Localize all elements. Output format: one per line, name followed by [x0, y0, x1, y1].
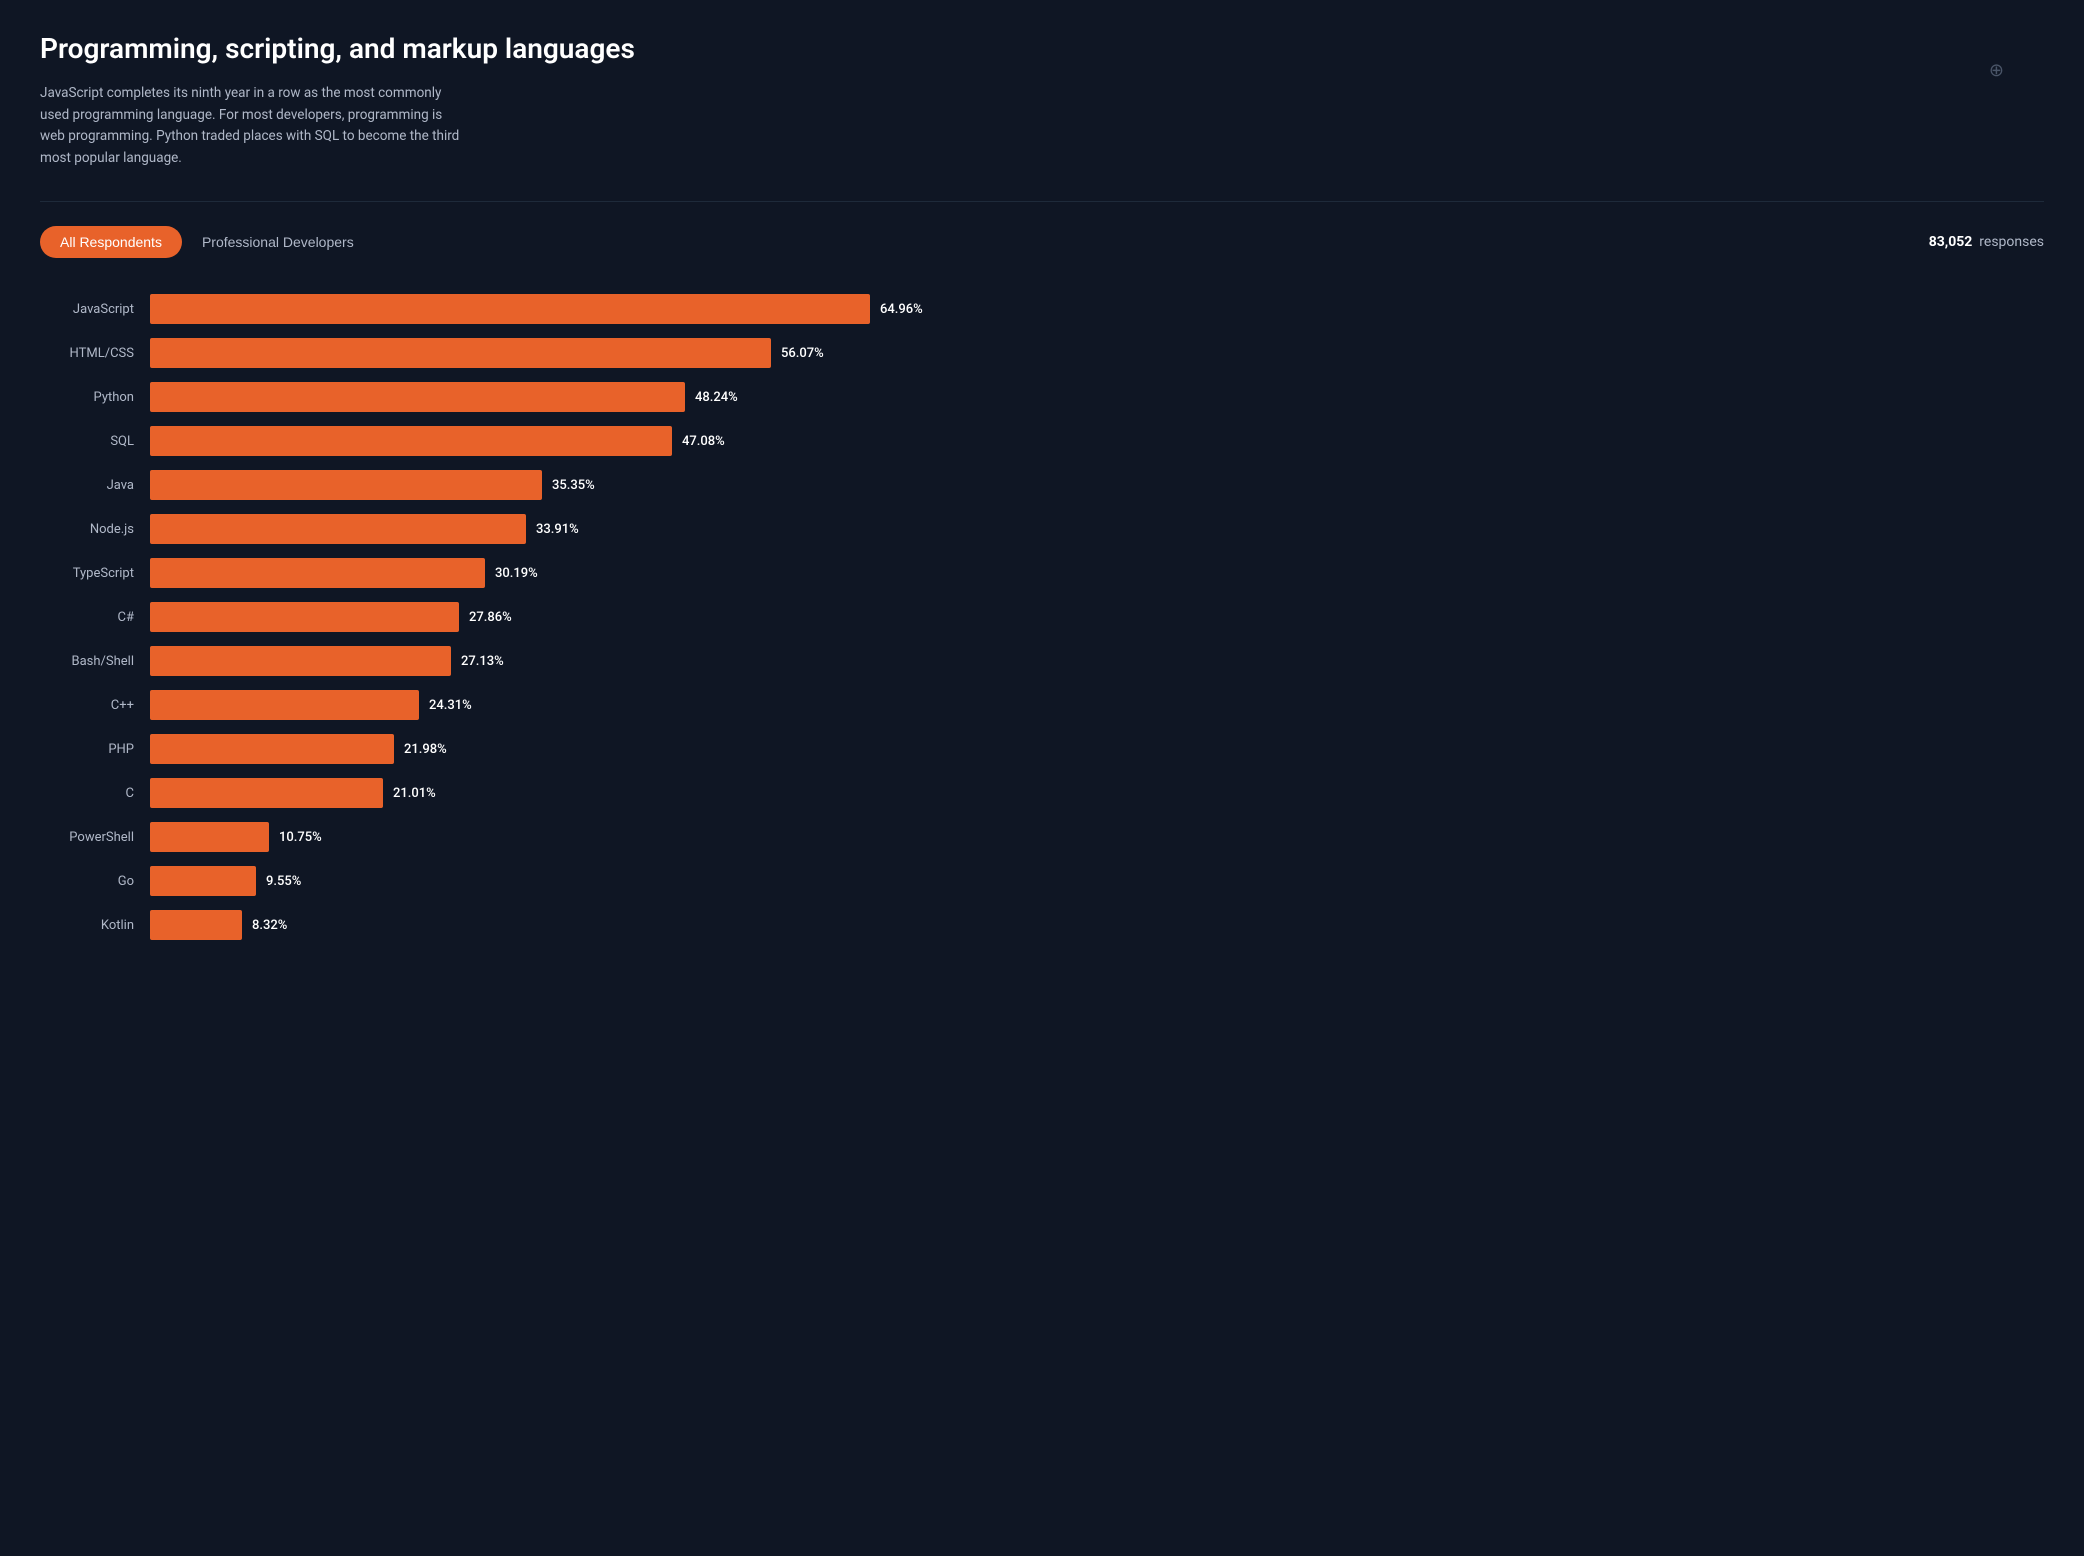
- bar-percentage: 21.01%: [393, 786, 436, 801]
- bar-percentage: 21.98%: [404, 742, 447, 757]
- chart-row: Bash/Shell 27.13%: [40, 646, 2044, 676]
- bar-label: Python: [40, 390, 150, 405]
- bar-label: JavaScript: [40, 302, 150, 317]
- bar-percentage: 27.86%: [469, 610, 512, 625]
- page-description: JavaScript completes its ninth year in a…: [40, 83, 460, 169]
- bar-label: C++: [40, 698, 150, 713]
- bar-wrapper: 64.96%: [150, 294, 2044, 324]
- bar-wrapper: 33.91%: [150, 514, 2044, 544]
- bar-fill: [150, 866, 256, 896]
- bar-label: HTML/CSS: [40, 346, 150, 361]
- filter-tabs: All Respondents Professional Developers: [40, 226, 358, 258]
- bar-label: C: [40, 786, 150, 801]
- chart-row: Python 48.24%: [40, 382, 2044, 412]
- bar-fill: [150, 338, 771, 368]
- bar-label: Go: [40, 874, 150, 889]
- bar-percentage: 33.91%: [536, 522, 579, 537]
- bar-percentage: 24.31%: [429, 698, 472, 713]
- bar-fill: [150, 690, 419, 720]
- bar-label: Java: [40, 478, 150, 493]
- tab-all-respondents[interactable]: All Respondents: [40, 226, 182, 258]
- bar-fill: [150, 646, 451, 676]
- bar-label: C#: [40, 610, 150, 625]
- responses-count: 83,052 responses: [1929, 234, 2044, 250]
- bar-chart: JavaScript 64.96% HTML/CSS 56.07% Python 48.2…: [40, 294, 2044, 940]
- bar-percentage: 56.07%: [781, 346, 824, 361]
- chart-row: C# 27.86%: [40, 602, 2044, 632]
- bar-label: Node.js: [40, 522, 150, 537]
- bar-percentage: 8.32%: [252, 918, 287, 933]
- chart-row: TypeScript 30.19%: [40, 558, 2044, 588]
- chart-row: C++ 24.31%: [40, 690, 2044, 720]
- bar-label: SQL: [40, 434, 150, 449]
- chart-row: C 21.01%: [40, 778, 2044, 808]
- bar-percentage: 64.96%: [880, 302, 923, 317]
- bar-fill: [150, 382, 685, 412]
- chart-row: Kotlin 8.32%: [40, 910, 2044, 940]
- chart-row: Go 9.55%: [40, 866, 2044, 896]
- bar-label: PowerShell: [40, 830, 150, 845]
- bar-wrapper: 21.98%: [150, 734, 2044, 764]
- bar-percentage: 27.13%: [461, 654, 504, 669]
- bar-label: Kotlin: [40, 918, 150, 933]
- filter-row: All Respondents Professional Developers …: [40, 226, 2044, 258]
- chart-row: HTML/CSS 56.07%: [40, 338, 2044, 368]
- chart-row: JavaScript 64.96%: [40, 294, 2044, 324]
- responses-number: 83,052: [1929, 234, 1973, 250]
- chart-row: Java 35.35%: [40, 470, 2044, 500]
- responses-label: responses: [1979, 234, 2044, 250]
- bar-wrapper: 9.55%: [150, 866, 2044, 896]
- bar-fill: [150, 294, 870, 324]
- bar-label: Bash/Shell: [40, 654, 150, 669]
- bar-wrapper: 47.08%: [150, 426, 2044, 456]
- bar-wrapper: 24.31%: [150, 690, 2044, 720]
- tab-professional-developers[interactable]: Professional Developers: [198, 226, 358, 258]
- bar-fill: [150, 778, 383, 808]
- bar-percentage: 30.19%: [495, 566, 538, 581]
- bar-fill: [150, 602, 459, 632]
- share-link-icon[interactable]: ⊕: [1989, 60, 2004, 81]
- bar-wrapper: 21.01%: [150, 778, 2044, 808]
- bar-fill: [150, 558, 485, 588]
- bar-percentage: 48.24%: [695, 390, 738, 405]
- bar-fill: [150, 514, 526, 544]
- bar-wrapper: 27.13%: [150, 646, 2044, 676]
- section-divider: [40, 201, 2044, 202]
- bar-wrapper: 30.19%: [150, 558, 2044, 588]
- bar-fill: [150, 910, 242, 940]
- bar-wrapper: 10.75%: [150, 822, 2044, 852]
- bar-label: TypeScript: [40, 566, 150, 581]
- chart-row: PHP 21.98%: [40, 734, 2044, 764]
- bar-fill: [150, 470, 542, 500]
- bar-wrapper: 8.32%: [150, 910, 2044, 940]
- page-title: Programming, scripting, and markup langu…: [40, 32, 2044, 65]
- bar-label: PHP: [40, 742, 150, 757]
- bar-percentage: 9.55%: [266, 874, 301, 889]
- bar-wrapper: 27.86%: [150, 602, 2044, 632]
- bar-wrapper: 48.24%: [150, 382, 2044, 412]
- bar-percentage: 10.75%: [279, 830, 322, 845]
- chart-row: Node.js 33.91%: [40, 514, 2044, 544]
- bar-fill: [150, 426, 672, 456]
- bar-percentage: 47.08%: [682, 434, 725, 449]
- bar-fill: [150, 822, 269, 852]
- chart-row: SQL 47.08%: [40, 426, 2044, 456]
- bar-percentage: 35.35%: [552, 478, 595, 493]
- bar-wrapper: 35.35%: [150, 470, 2044, 500]
- bar-fill: [150, 734, 394, 764]
- bar-wrapper: 56.07%: [150, 338, 2044, 368]
- chart-row: PowerShell 10.75%: [40, 822, 2044, 852]
